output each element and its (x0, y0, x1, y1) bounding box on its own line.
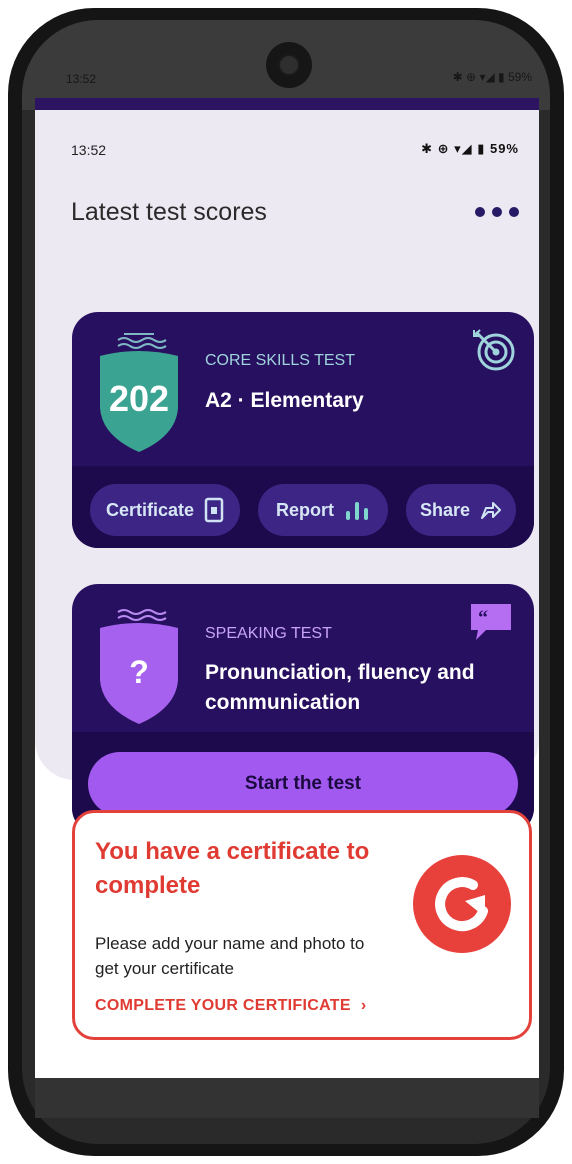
report-button[interactable]: Report (258, 484, 388, 536)
score-shield: 202 (94, 326, 184, 454)
share-button[interactable]: Share (406, 484, 516, 536)
certificate-icon (204, 497, 224, 523)
speaking-test-card[interactable]: ? SPEAKING TEST Pronunciation, fluency a… (72, 584, 534, 834)
chevron-right-icon: › (360, 997, 367, 1014)
core-skills-card[interactable]: 202 CORE SKILLS TEST A2 · Elementary Cer… (72, 312, 534, 548)
svg-text:“: “ (478, 607, 488, 629)
level-text: A2 · Elementary (205, 389, 364, 412)
complete-certificate-label: COMPLETE YOUR CERTIFICATE (95, 997, 351, 1014)
test-heading: Pronunciation, fluency and communication (205, 661, 475, 714)
certificate-button[interactable]: Certificate (90, 484, 240, 536)
share-icon (481, 502, 502, 519)
report-label: Report (276, 499, 334, 520)
complete-certificate-link[interactable]: COMPLETE YOUR CERTIFICATE › (95, 997, 366, 1015)
status-time: 13:52 (71, 142, 107, 158)
score-shield: ? (94, 598, 184, 726)
target-icon (473, 329, 515, 371)
navigation-bar (35, 1078, 539, 1118)
phone-frame: 13:52 ✱ ⊕ ▾◢ ▮ 59% 13:52 ✱ ⊕ ▾◢ ▮ 59% La… (8, 8, 564, 1156)
share-label: Share (419, 499, 471, 520)
notch-status-icons: ✱ ⊕ ▾◢ ▮ 59% (452, 70, 532, 84)
refresh-arrow-icon (413, 855, 511, 953)
status-icons: ✱ ⊕ ▾◢ ▮ 59% (421, 141, 519, 156)
app-screen: 13:52 ✱ ⊕ ▾◢ ▮ 59% Latest test scores 20… (35, 98, 539, 1078)
front-camera (266, 42, 312, 88)
more-dot-icon (475, 207, 485, 217)
test-type-label: CORE SKILLS TEST (205, 352, 355, 369)
notch-time: 13:52 (66, 72, 97, 86)
start-test-button[interactable]: Start the test (88, 752, 518, 816)
bar-chart-icon (346, 502, 368, 520)
certificate-promo-card[interactable]: You have a certificate to complete Pleas… (72, 810, 532, 1040)
test-type-label: SPEAKING TEST (205, 625, 332, 642)
speech-bubble-icon: “ (471, 604, 511, 640)
more-options-button[interactable] (475, 206, 519, 218)
app-top-strip (35, 98, 539, 110)
refresh-arrow-glyph (435, 877, 488, 932)
page-title: Latest test scores (71, 198, 267, 226)
more-dot-icon (492, 207, 502, 217)
promo-description: Please add your name and photo to get yo… (95, 934, 365, 978)
score-unknown: ? (129, 654, 149, 690)
certificate-label: Certificate (105, 499, 195, 520)
more-dot-icon (509, 207, 519, 217)
score-value: 202 (108, 378, 170, 419)
promo-title: You have a certificate to complete (95, 838, 370, 899)
